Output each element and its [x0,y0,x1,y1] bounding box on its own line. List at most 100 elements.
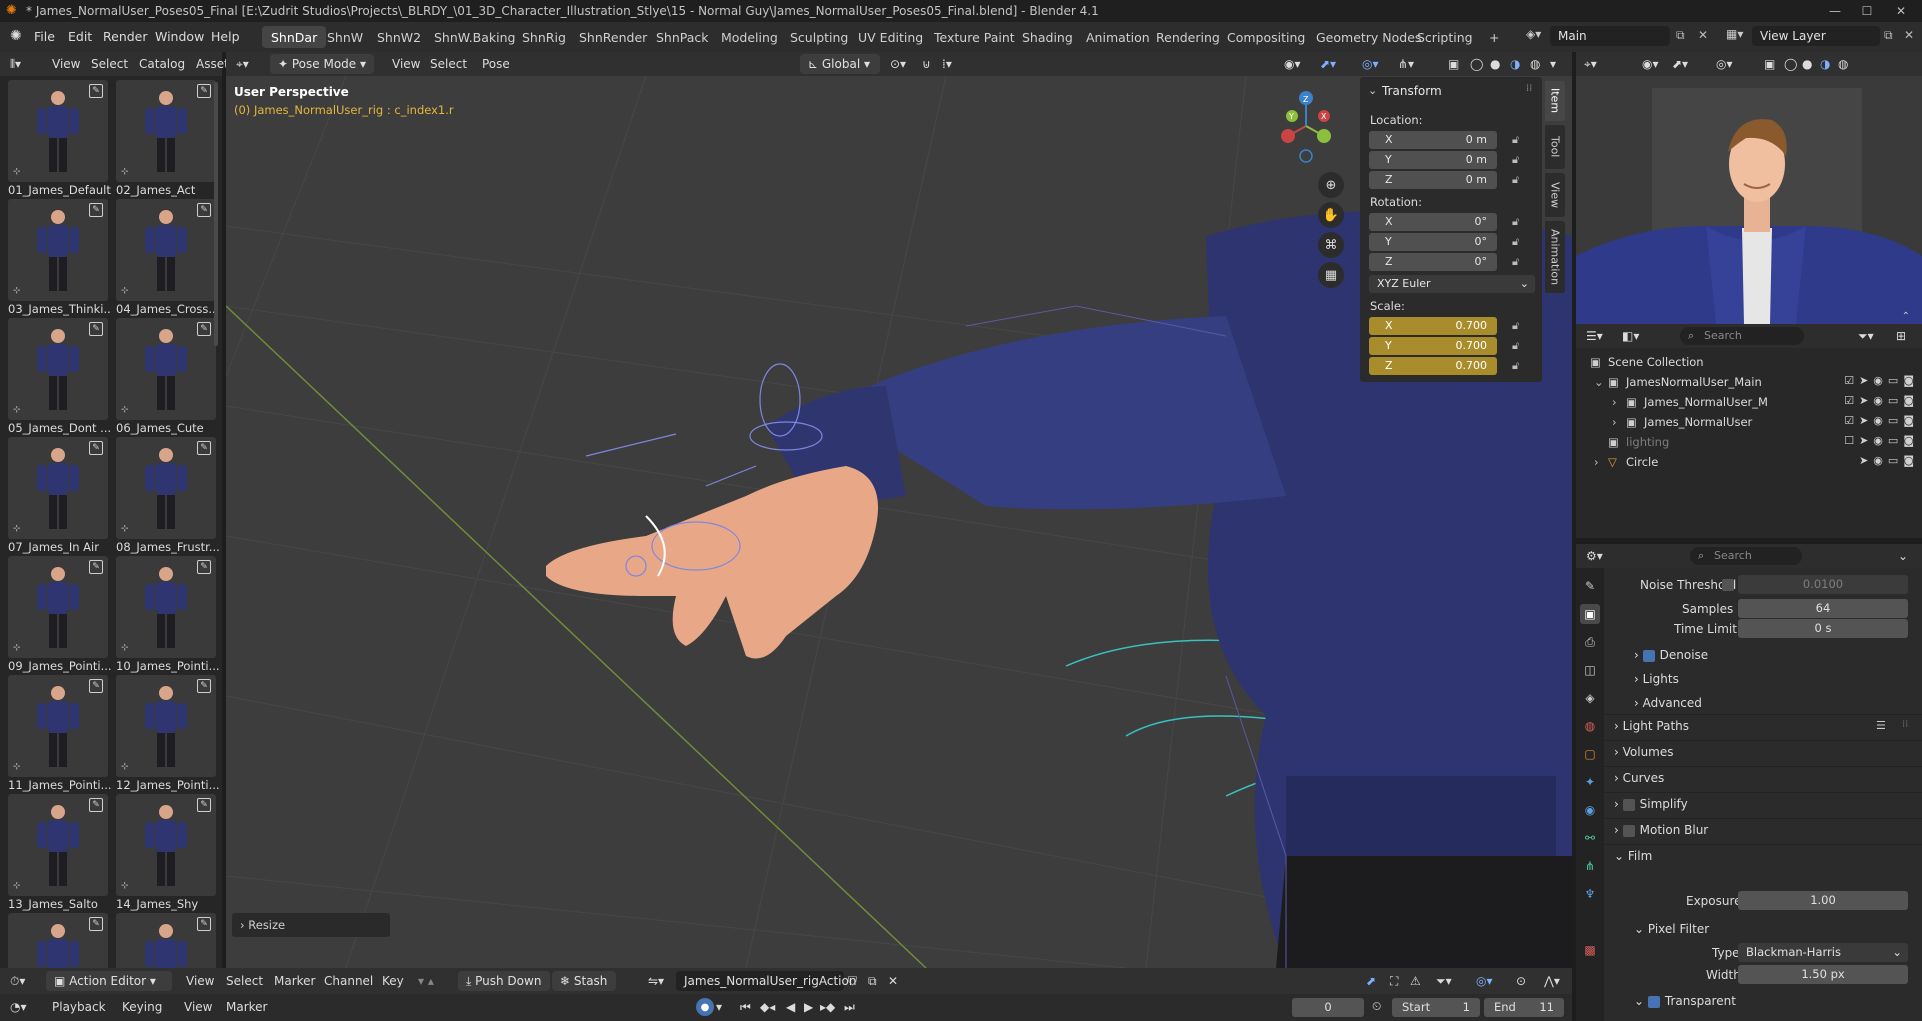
material-shading-icon[interactable]: ◑ [1510,57,1520,71]
fake-user-shield-icon[interactable]: ⛉ [848,974,857,989]
viewport-icon[interactable]: ▭ [1888,434,1898,447]
select-arrow-icon[interactable]: ➤ [1859,394,1868,407]
filter-type-dropdown[interactable]: Blackman-Harris ⌄ [1738,943,1908,962]
corner-resize-icon[interactable]: ⌃ [1902,311,1910,322]
select-arrow-icon[interactable]: ➤ [1859,434,1868,447]
overlay-icon[interactable]: ◎▾ [1476,974,1493,988]
menu-file[interactable]: File [34,29,55,44]
view-layer-field[interactable]: View Layer [1752,26,1880,46]
scene-icon[interactable]: ◈▾ [1526,27,1541,41]
current-frame-field[interactable]: 0 [1292,998,1364,1017]
tab-modeling[interactable]: Modeling [712,26,787,48]
film-panel[interactable]: ⌄ Film [1604,844,1922,868]
modifier-tab-icon[interactable]: ✦ [1580,772,1600,792]
edit-asset-icon[interactable]: ✎ [197,203,211,217]
overlays-icon[interactable]: ◎▾ [1362,57,1379,71]
render-camera-icon[interactable]: ◙ [1903,394,1914,407]
edit-asset-icon[interactable]: ✎ [89,798,103,812]
tab-shnpack[interactable]: ShnPack [647,26,718,48]
outliner-search-input[interactable]: ⌕ Search [1680,327,1804,345]
pixel-filter-row[interactable]: ⌄ Pixel Filter [1604,918,1922,940]
clock-icon[interactable]: ⏲ [1372,999,1381,1014]
outliner-restriction-toggles[interactable]: ☑ ➤ ◉ ▭ ◙ [1844,414,1914,427]
filter-width-field[interactable]: 1.50 px [1738,965,1908,984]
zoom-icon[interactable]: ⊕ [1318,172,1344,198]
simplify-panel[interactable]: › Simplify [1604,792,1922,816]
action-name-field[interactable]: James_NormalUser_rigAction [676,971,856,991]
expand-arrow-icon[interactable]: ⌄ [1594,375,1604,389]
view-layer-icon[interactable]: ▦▾ [1726,27,1743,41]
bone-tab-icon[interactable]: ♆ [1580,884,1600,904]
outliner-row[interactable]: ▣ Scene Collection [1576,352,1922,372]
mode-dropdown[interactable]: ✦ Pose Mode ▾ [270,54,374,74]
tab-shnw2[interactable]: ShnW2 [368,26,430,48]
asset-item[interactable]: ✎ ⊹ 08_James_Frustr... [116,437,220,555]
curves-header[interactable]: › Curves [1614,771,1664,785]
select-arrow-icon[interactable]: ➤ [1859,414,1868,427]
camera-material-icon[interactable]: ◑ [1820,57,1830,71]
camera-gizmo-icon[interactable]: ⬈▾ [1672,57,1688,71]
tab-shnrender[interactable]: ShnRender [570,26,656,48]
edit-asset-icon[interactable]: ✎ [89,322,103,336]
asset-item[interactable]: ✎ ⊹ 13_James_Salto [8,794,108,912]
viewport-menu-select[interactable]: Select [430,57,467,71]
edit-asset-icon[interactable]: ✎ [89,679,103,693]
viewport-icon[interactable]: ▭ [1888,414,1898,427]
tab-uv-editing[interactable]: UV Editing [849,26,932,48]
transparent-row[interactable]: ⌄ Transparent [1604,990,1922,1012]
asset-scrollbar[interactable] [214,82,218,346]
rotation-z-field[interactable]: Z 0° [1369,253,1497,271]
presets-icon[interactable]: ☰ [1876,719,1886,732]
proportional-icon[interactable]: ⋀▾ [1544,974,1560,988]
camera-preview[interactable]: ⌃ [1576,76,1922,324]
asset-item[interactable]: ✎ ⊹ 12_James_Pointi... [116,675,220,793]
drag-handle-icon[interactable]: ⁞⁞ [1526,83,1532,94]
rendered-shading-icon[interactable]: ◍ [1530,57,1540,71]
visibility-icon[interactable]: ◉▾ [1284,57,1301,71]
tab-rendering[interactable]: Rendering [1147,26,1229,48]
motion-blur-panel[interactable]: › Motion Blur [1604,818,1922,842]
wireframe-shading-icon[interactable]: ◯ [1470,57,1483,71]
lights-subpanel[interactable]: › Lights [1634,672,1679,686]
stash-button[interactable]: ❄ Stash [552,971,616,991]
noise-threshold-checkbox[interactable] [1722,579,1734,591]
viewport-icon[interactable]: ▭ [1888,374,1898,387]
tab-scripting[interactable]: Scripting [1408,26,1482,48]
asset-item[interactable]: ✎ ⊹ 07_James_In Air [8,437,108,555]
exposure-field[interactable]: 1.00 [1738,891,1908,910]
pixel-filter-subpanel[interactable]: ⌄ Pixel Filter [1634,922,1709,936]
tab-shading[interactable]: Shading [1013,26,1082,48]
delete-scene-icon[interactable]: ✕ [1698,28,1708,42]
outliner-editor-icon[interactable]: ☰▾ [1586,329,1603,343]
rotation-mode-dropdown[interactable]: XYZ Euler ⌄ [1369,275,1535,293]
new-scene-icon[interactable]: ⧉ [1676,28,1685,43]
render-camera-icon[interactable]: ◙ [1903,414,1914,427]
next-keyframe-icon[interactable]: ▸◆ [820,1000,835,1014]
outliner-row[interactable]: ▣ lighting ☐ ➤ ◉ ▭ ◙ [1576,432,1922,452]
denoise-row[interactable]: › Denoise [1604,644,1922,666]
new-action-icon[interactable]: ⧉ [868,974,877,989]
asset-menu-select[interactable]: Select [91,57,128,71]
new-view-layer-icon[interactable]: ⧉ [1884,28,1893,43]
jump-start-icon[interactable]: ⏮ [740,1000,751,1015]
edit-asset-icon[interactable]: ✎ [89,560,103,574]
play-reverse-icon[interactable]: ◀ [786,1000,795,1014]
tab-sculpting[interactable]: Sculpting [781,26,857,48]
asset-item[interactable]: ✎ ⊹ 09_James_Pointi... [8,556,112,674]
outliner-restriction-toggles[interactable]: ☑ ➤ ◉ ▭ ◙ [1844,394,1914,407]
viewport-icon[interactable]: ▭ [1888,454,1898,467]
tab-shndar[interactable]: ShnDar [262,26,327,48]
asset-item[interactable]: ✎⊹ [8,913,108,968]
lights-row[interactable]: › Lights [1604,668,1922,690]
motion-blur-checkbox[interactable] [1622,824,1635,837]
asset-item[interactable]: ✎⊹ [116,913,216,968]
data-tab-icon[interactable]: ⋔ [1580,856,1600,876]
maximize-button[interactable]: ☐ [1852,0,1882,22]
eye-icon[interactable]: ◉ [1873,414,1883,427]
editor-type-icon[interactable]: ⫴▾ [10,57,21,72]
rotation-x-field[interactable]: X 0° [1369,213,1497,231]
edit-asset-icon[interactable]: ✎ [197,441,211,455]
simplify-header[interactable]: › Simplify [1614,797,1688,811]
timeline-menu-keying[interactable]: Keying [122,1000,162,1014]
select-arrow-icon[interactable]: ➤ [1859,454,1868,467]
